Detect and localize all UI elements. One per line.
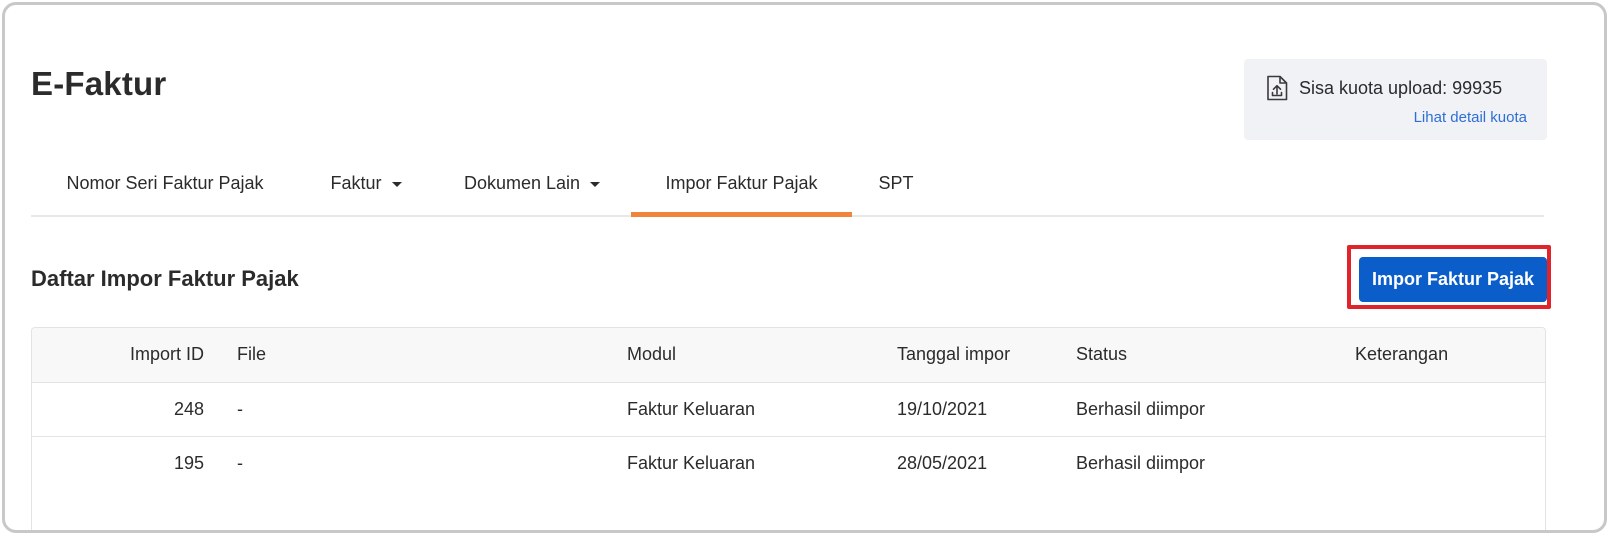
import-table: Import ID File Modul Tanggal impor Statu…: [31, 327, 1546, 530]
cell-modul: Faktur Keluaran: [627, 452, 756, 473]
main-tabs: Nomor Seri Faktur Pajak Faktur Dokumen L…: [31, 151, 1544, 217]
cell-modul: Faktur Keluaran: [627, 398, 756, 419]
cell-file: -: [237, 452, 243, 473]
tab-faktur[interactable]: Faktur: [299, 151, 433, 215]
tab-impor-faktur-pajak[interactable]: Impor Faktur Pajak: [631, 151, 852, 217]
caret-down-icon: [391, 181, 402, 187]
app-window: E-Faktur Sisa kuota upload: 99935 Lihat …: [2, 2, 1607, 533]
cell-keterangan: [1355, 436, 1545, 490]
tab-label: Faktur: [330, 172, 382, 193]
column-header-tanggal-impor[interactable]: Tanggal impor: [897, 328, 1076, 382]
tab-label: Impor Faktur Pajak: [665, 172, 818, 193]
tab-nomor-seri-faktur-pajak[interactable]: Nomor Seri Faktur Pajak: [31, 151, 299, 215]
cell-status: Berhasil diimpor: [1076, 398, 1206, 419]
column-header-status[interactable]: Status: [1076, 328, 1355, 382]
section-title: Daftar Impor Faktur Pajak: [31, 266, 299, 291]
tab-label: Nomor Seri Faktur Pajak: [66, 172, 264, 193]
impor-faktur-pajak-button[interactable]: Impor Faktur Pajak: [1359, 257, 1547, 302]
cell-import-id: 195: [173, 452, 204, 473]
tab-dokumen-lain[interactable]: Dokumen Lain: [433, 151, 631, 215]
file-upload-icon: [1266, 75, 1288, 101]
column-header-keterangan[interactable]: Keterangan: [1355, 328, 1545, 382]
cell-import-id: 248: [173, 398, 204, 419]
column-header-modul[interactable]: Modul: [627, 328, 897, 382]
cell-tanggal-impor: 19/10/2021: [897, 398, 988, 419]
caret-down-icon: [590, 181, 601, 187]
tab-spt[interactable]: SPT: [852, 151, 940, 215]
cell-status: Berhasil diimpor: [1076, 452, 1206, 473]
quota-panel: Sisa kuota upload: 99935 Lihat detail ku…: [1244, 59, 1547, 140]
table-row[interactable]: 248 - Faktur Keluaran 19/10/2021 Berhasi…: [32, 382, 1545, 436]
cell-keterangan: [1355, 382, 1545, 436]
tab-label: SPT: [878, 172, 914, 193]
quota-detail-link[interactable]: Lihat detail kuota: [1414, 109, 1527, 126]
column-header-import-id[interactable]: Import ID: [32, 328, 237, 382]
column-header-file[interactable]: File: [237, 328, 627, 382]
cell-tanggal-impor: 28/05/2021: [897, 452, 988, 473]
table-row[interactable]: 195 - Faktur Keluaran 28/05/2021 Berhasi…: [32, 436, 1545, 490]
tab-label: Dokumen Lain: [463, 172, 581, 193]
quota-label: Sisa kuota upload: 99935: [1299, 77, 1503, 98]
quota-info: Sisa kuota upload: 99935: [1266, 75, 1502, 101]
table-header-row: Import ID File Modul Tanggal impor Statu…: [32, 328, 1545, 382]
cell-file: -: [237, 398, 243, 419]
page-title: E-Faktur: [31, 65, 167, 102]
